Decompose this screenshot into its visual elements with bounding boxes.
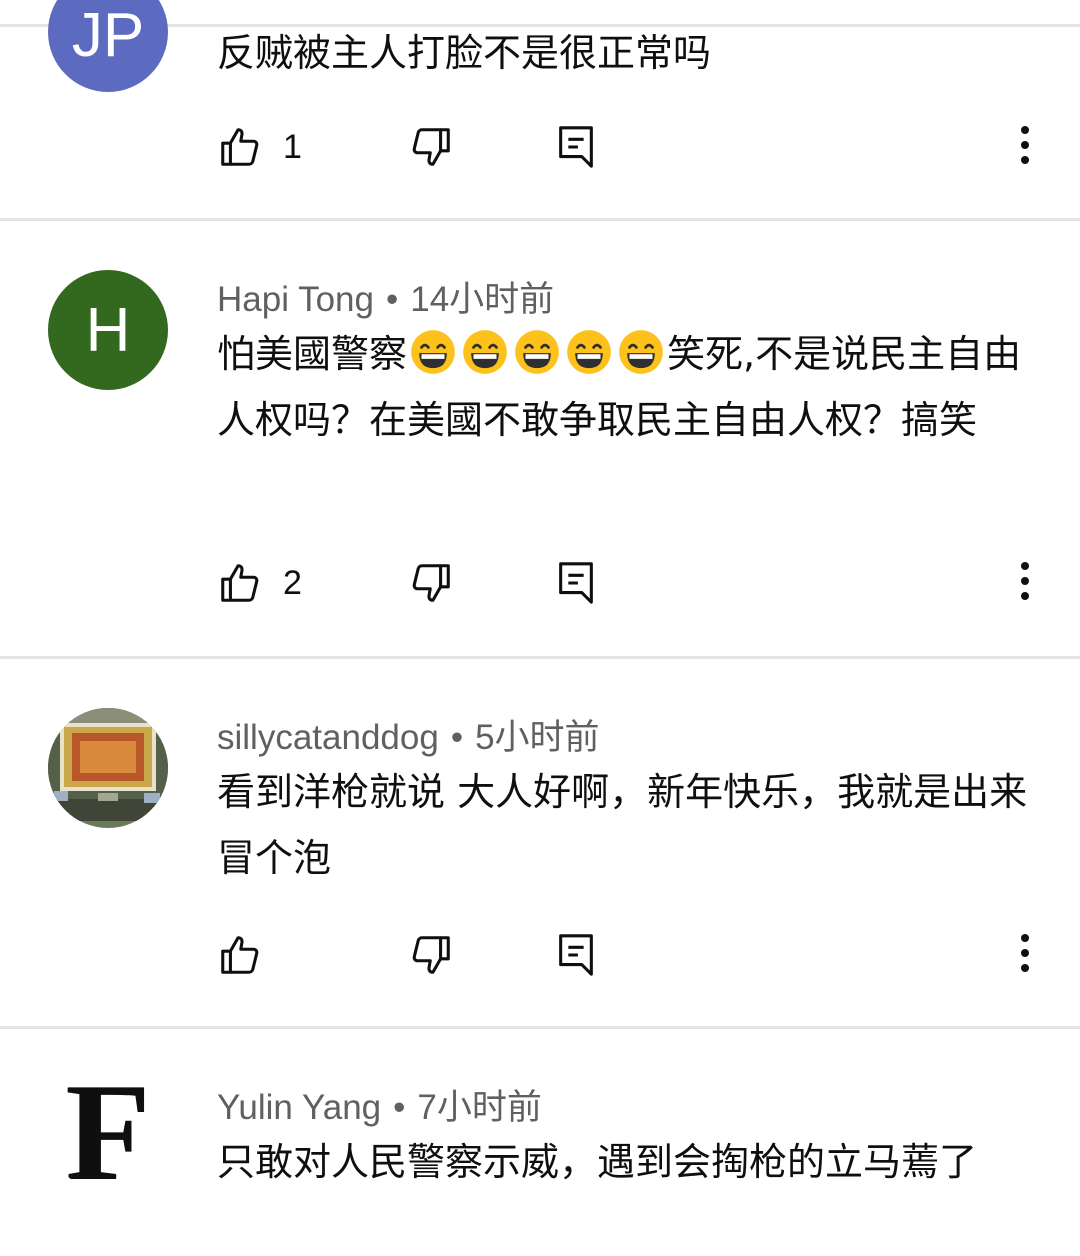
thumb-up-icon — [217, 560, 263, 606]
author-name[interactable]: Yulin Yang — [217, 1088, 381, 1127]
comment-meta: sillycatanddog • 5小时前 — [217, 709, 600, 760]
reply-button[interactable] — [556, 925, 596, 985]
board-game-photo-icon — [48, 708, 168, 828]
comment-text: 反贼被主人打脸不是很正常吗 — [217, 31, 712, 75]
comment-meta: Yulin Yang • 7小时前 — [217, 1079, 542, 1130]
more-options-button[interactable] — [1005, 553, 1045, 613]
comment-text: 看到洋枪就说 大人好啊，新年快乐，我就是出来冒个泡 — [217, 770, 1028, 880]
avatar-initials: H — [85, 295, 131, 365]
avatar[interactable]: JP — [48, 0, 168, 92]
separator-dot: • — [450, 718, 464, 757]
more-vert-icon — [1019, 125, 1031, 169]
emoji-group — [407, 329, 667, 376]
separator-dot: • — [385, 280, 399, 319]
more-options-button[interactable] — [1005, 925, 1045, 985]
dislike-button[interactable] — [408, 925, 454, 985]
thumb-up-icon — [217, 932, 263, 978]
thumb-down-icon — [408, 560, 454, 606]
thumb-up-icon — [217, 124, 263, 170]
thumb-down-icon — [408, 932, 454, 978]
avatar-initials: JP — [71, 0, 145, 70]
comment-text: 怕美國警察 笑死,不是说民主自由人权吗？在美國不敢争取民主自由人权？搞笑 — [217, 321, 1047, 453]
like-count: 2 — [283, 563, 302, 602]
avatar[interactable]: H — [48, 270, 168, 390]
comment-meta: Hapi Tong • 14小时前 — [217, 271, 554, 322]
separator-dot: • — [393, 1088, 406, 1127]
like-count: 1 — [283, 127, 302, 166]
grinning-face-emoji-icon — [618, 329, 664, 375]
comment-actions: 1 — [0, 117, 1080, 177]
dislike-button[interactable] — [408, 553, 454, 613]
avatar-initials: F — [65, 1072, 151, 1192]
comment-time: 14小时前 — [410, 280, 555, 319]
reply-button[interactable] — [556, 553, 596, 613]
comment-divider — [0, 1026, 1080, 1029]
more-vert-icon — [1019, 933, 1031, 977]
comment-time: 7小时前 — [417, 1088, 542, 1127]
like-button[interactable]: 2 — [217, 553, 302, 613]
reply-comment-icon — [556, 932, 596, 978]
comment-text: 只敢对人民警察示威，遇到会掏枪的立马蔫了 — [217, 1140, 978, 1184]
grinning-face-emoji-icon — [410, 329, 456, 375]
grinning-face-emoji-icon — [514, 329, 560, 375]
text-before-emoji: 怕美國警察 — [217, 332, 408, 376]
author-name[interactable]: Hapi Tong — [217, 280, 374, 319]
comment-actions: 2 — [0, 553, 1080, 613]
reply-comment-icon — [556, 124, 596, 170]
comment-actions — [0, 925, 1080, 985]
comment-divider — [0, 218, 1080, 221]
thumb-down-icon — [408, 124, 454, 170]
more-vert-icon — [1019, 561, 1031, 605]
avatar[interactable] — [48, 708, 168, 828]
dislike-button[interactable] — [408, 117, 454, 177]
avatar[interactable]: F — [48, 1072, 168, 1192]
comment-divider — [0, 656, 1080, 659]
reply-comment-icon — [556, 560, 596, 606]
comment-time: 5小时前 — [475, 718, 600, 757]
like-button[interactable]: 1 — [217, 117, 302, 177]
grinning-face-emoji-icon — [566, 329, 612, 375]
like-button[interactable] — [217, 925, 283, 985]
author-name[interactable]: sillycatanddog — [217, 718, 439, 757]
grinning-face-emoji-icon — [462, 329, 508, 375]
more-options-button[interactable] — [1005, 117, 1045, 177]
reply-button[interactable] — [556, 117, 596, 177]
